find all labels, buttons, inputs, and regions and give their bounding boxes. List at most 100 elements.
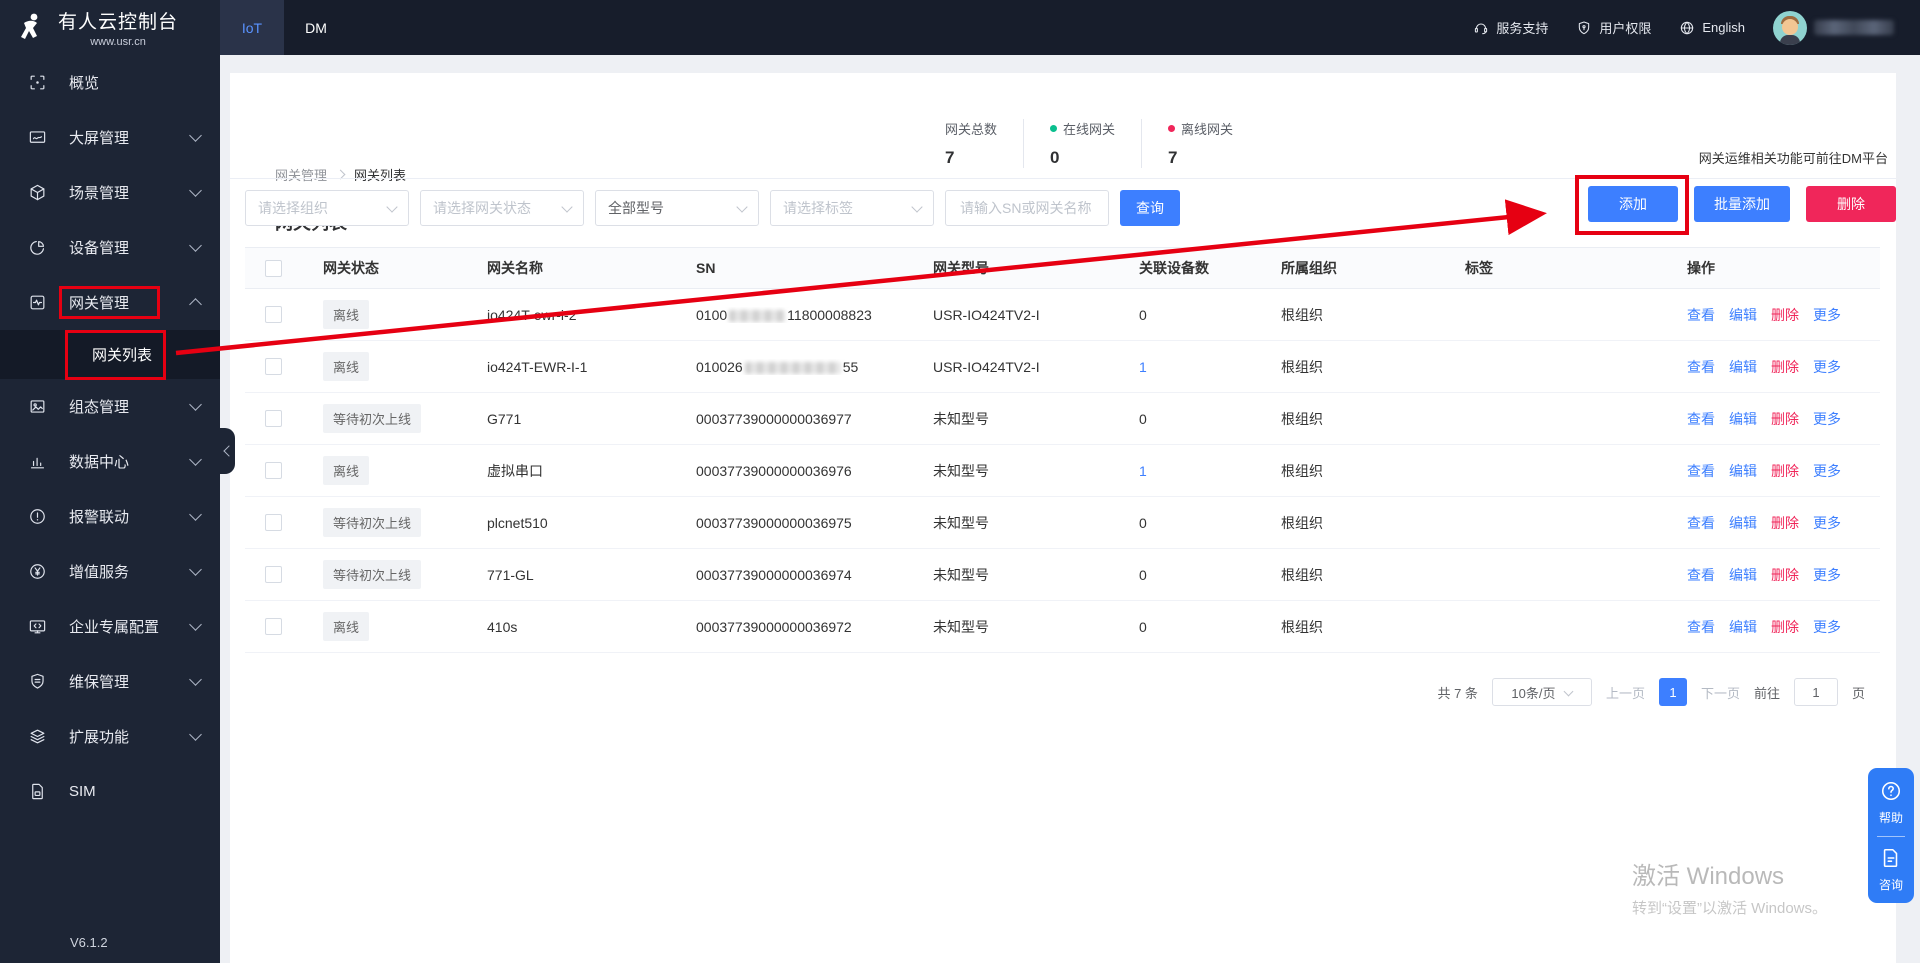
tag-select[interactable]: 请选择标签: [770, 190, 934, 226]
row-checkbox[interactable]: [265, 410, 282, 427]
chevron-down-icon: [911, 200, 923, 213]
user-permission-link[interactable]: 用户权限: [1576, 18, 1651, 37]
sidebar-label: 维保管理: [69, 674, 130, 691]
bar-chart-icon: [30, 457, 45, 469]
view-link[interactable]: 查看: [1687, 461, 1715, 481]
delete-link[interactable]: 删除: [1771, 409, 1799, 429]
select-all-checkbox[interactable]: [265, 259, 282, 277]
help-button[interactable]: 帮助: [1868, 780, 1914, 826]
view-link[interactable]: 查看: [1687, 513, 1715, 533]
device-count-link[interactable]: 1: [1139, 463, 1147, 479]
stat-total-label: 网关总数: [945, 122, 998, 137]
edit-link[interactable]: 编辑: [1729, 357, 1757, 377]
delete-link[interactable]: 删除: [1771, 357, 1799, 377]
tab-iot[interactable]: IoT: [220, 0, 284, 55]
view-link[interactable]: 查看: [1687, 409, 1715, 429]
edit-link[interactable]: 编辑: [1729, 305, 1757, 325]
edit-link[interactable]: 编辑: [1729, 409, 1757, 429]
edit-link[interactable]: 编辑: [1729, 461, 1757, 481]
gateway-name: plcnet510: [487, 514, 548, 531]
delete-link[interactable]: 删除: [1771, 461, 1799, 481]
tab-dm[interactable]: DM: [284, 0, 348, 55]
consult-button[interactable]: 咨询: [1868, 847, 1914, 893]
more-link[interactable]: 更多: [1813, 409, 1841, 429]
row-checkbox[interactable]: [265, 618, 282, 635]
sidebar-item-device-mgmt[interactable]: 设备管理: [0, 220, 220, 275]
org-select[interactable]: 请选择组织: [245, 190, 409, 226]
chevron-down-icon: [561, 200, 573, 213]
delete-link[interactable]: 删除: [1771, 305, 1799, 325]
sidebar-item-alarm-linkage[interactable]: 报警联动: [0, 489, 220, 544]
sidebar-item-scada-mgmt[interactable]: 组态管理: [0, 379, 220, 434]
prev-page-button[interactable]: 上一页: [1606, 683, 1645, 702]
sidebar-item-value-added[interactable]: 增值服务: [0, 544, 220, 599]
row-checkbox[interactable]: [265, 358, 282, 375]
sidebar-label: 报警联动: [69, 509, 130, 526]
page-size-select[interactable]: 10条/页: [1491, 678, 1592, 706]
goto-page-input[interactable]: [1793, 678, 1838, 706]
more-link[interactable]: 更多: [1813, 357, 1841, 377]
gateway-status-select[interactable]: 请选择网关状态: [420, 190, 584, 226]
edit-link[interactable]: 编辑: [1729, 513, 1757, 533]
delete-link[interactable]: 删除: [1771, 617, 1799, 637]
edit-link[interactable]: 编辑: [1729, 617, 1757, 637]
breadcrumb-parent[interactable]: 网关管理: [275, 165, 327, 184]
query-button[interactable]: 查询: [1120, 190, 1180, 226]
device-count-link[interactable]: 1: [1139, 359, 1147, 375]
brand-title: 有人云控制台: [58, 12, 179, 33]
view-link[interactable]: 查看: [1687, 357, 1715, 377]
sn-search-field[interactable]: [945, 190, 1109, 226]
row-checkbox[interactable]: [265, 566, 282, 583]
brand-logo[interactable]: 有人云控制台 www.usr.cn: [0, 0, 220, 55]
delete-button[interactable]: 删除: [1806, 186, 1896, 222]
status-badge: 离线: [323, 300, 370, 329]
sidebar-item-sim[interactable]: SIM: [0, 764, 220, 819]
sidebar-item-screen-mgmt[interactable]: 大屏管理: [0, 110, 220, 165]
sidebar-item-extensions[interactable]: 扩展功能: [0, 709, 220, 764]
sidebar-item-data-center[interactable]: 数据中心: [0, 434, 220, 489]
more-link[interactable]: 更多: [1813, 305, 1841, 325]
sidebar-item-scene-mgmt[interactable]: 场景管理: [0, 165, 220, 220]
model-select[interactable]: 全部型号: [595, 190, 759, 226]
next-page-button[interactable]: 下一页: [1701, 683, 1740, 702]
sidebar-label: SIM: [69, 783, 96, 800]
view-link[interactable]: 查看: [1687, 565, 1715, 585]
status-badge: 离线: [323, 612, 370, 641]
org-name: 根组织: [1281, 306, 1323, 323]
service-support-link[interactable]: 服务支持: [1473, 18, 1548, 37]
sn-search-input[interactable]: [958, 199, 1096, 217]
row-checkbox[interactable]: [265, 306, 282, 323]
sidebar-item-overview[interactable]: 概览: [0, 55, 220, 110]
language-switch[interactable]: English: [1679, 20, 1745, 36]
col-org: 所属组织: [1281, 260, 1337, 276]
batch-add-button[interactable]: 批量添加: [1694, 186, 1790, 222]
delete-link[interactable]: 删除: [1771, 565, 1799, 585]
more-link[interactable]: 更多: [1813, 461, 1841, 481]
user-account[interactable]: [1773, 10, 1894, 45]
current-page-button[interactable]: 1: [1658, 678, 1687, 706]
sidebar-item-maintenance-mgmt[interactable]: 维保管理: [0, 654, 220, 709]
header-divider: [230, 178, 1896, 179]
row-checkbox[interactable]: [265, 514, 282, 531]
more-link[interactable]: 更多: [1813, 617, 1841, 637]
col-status: 网关状态: [323, 260, 379, 276]
more-link[interactable]: 更多: [1813, 565, 1841, 585]
sidebar-collapse-handle[interactable]: [220, 428, 235, 474]
pie-chart-icon: [30, 240, 45, 255]
screen-icon: [29, 131, 46, 143]
breadcrumb-current: 网关列表: [354, 168, 407, 183]
row-operations: 查看 编辑 删除 更多: [1663, 617, 1880, 637]
sidebar-item-gateway-mgmt[interactable]: 网关管理: [0, 275, 220, 330]
cube-icon: [30, 184, 45, 201]
sidebar-item-gateway-list-active[interactable]: 网关列表: [0, 330, 220, 379]
gateway-sn: 0100 11800008823: [696, 306, 872, 323]
edit-link[interactable]: 编辑: [1729, 565, 1757, 585]
delete-link[interactable]: 删除: [1771, 513, 1799, 533]
view-link[interactable]: 查看: [1687, 305, 1715, 325]
table-row: 离线 410s 00037739000000036972 未知型号 0 根组织 …: [245, 601, 1880, 653]
row-checkbox[interactable]: [265, 462, 282, 479]
sidebar-item-enterprise-config[interactable]: 企业专属配置: [0, 599, 220, 654]
view-link[interactable]: 查看: [1687, 617, 1715, 637]
more-link[interactable]: 更多: [1813, 513, 1841, 533]
add-button[interactable]: 添加: [1588, 186, 1678, 222]
